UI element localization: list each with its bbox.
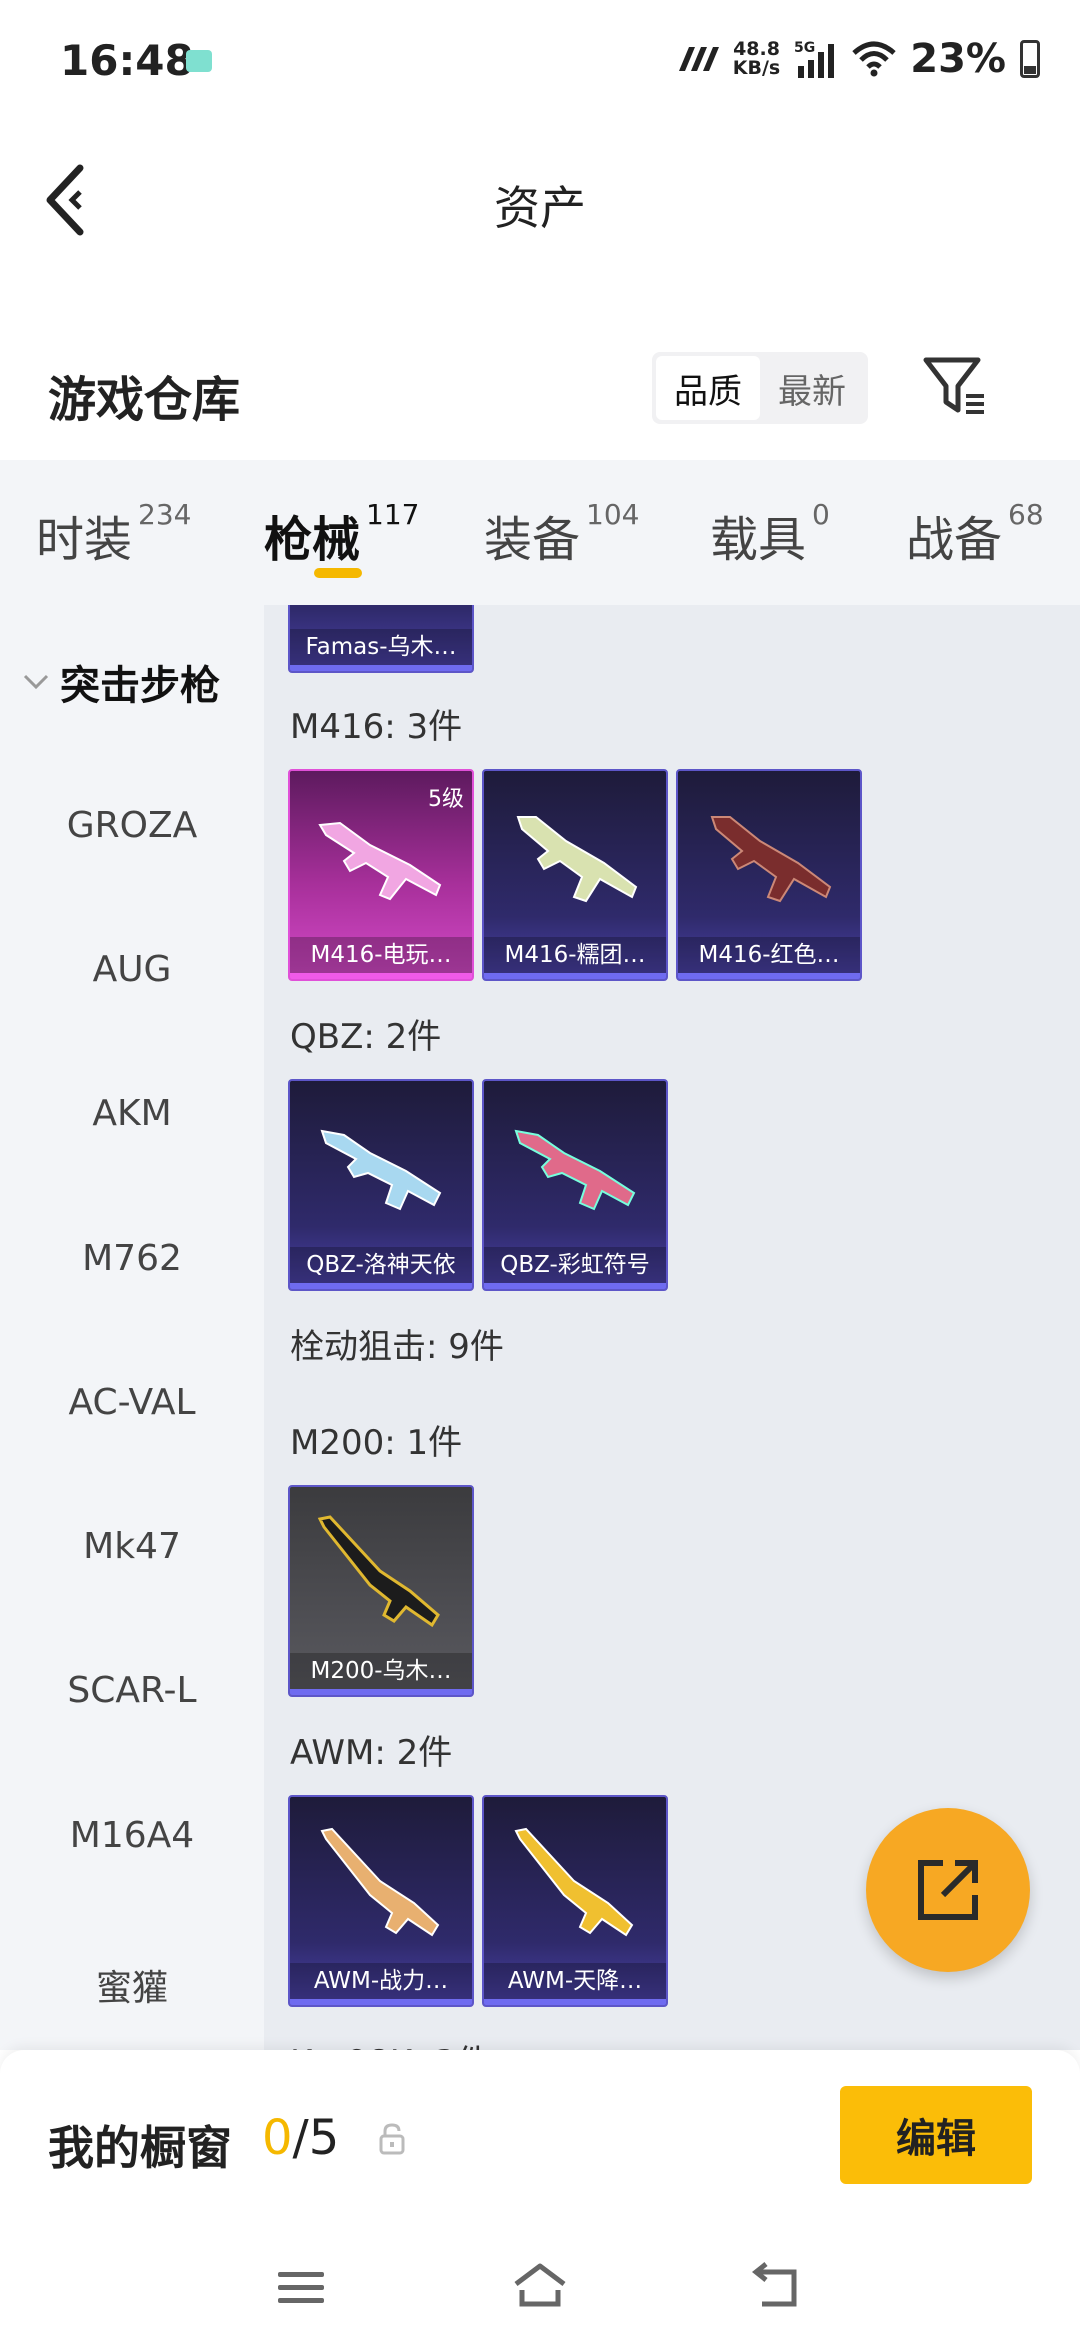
showcase-label: 我的橱窗 [48,2121,232,2175]
signal-icon: 5G [794,40,835,78]
item-name: M416-红色… [678,937,860,973]
nfc-icon [678,47,719,71]
sniper-rifle-icon [317,1515,440,1628]
tab-label: 载具 [710,512,807,568]
sidebar-item-mk47[interactable]: Mk47 [0,1526,264,1567]
home-icon[interactable] [510,2260,570,2314]
showcase-total: /5 [292,2110,340,2166]
tab-label: 时装 [36,512,133,568]
item-card[interactable]: 5级 M416-电玩… [288,769,474,981]
group-title-kar98k: Kar98K: 3件 [290,2035,490,2050]
sidebar-item-scar-l[interactable]: SCAR-L [0,1670,264,1711]
group-title-m200: M200: 1件 [290,1423,463,1463]
item-card[interactable]: QBZ-彩虹符号 [482,1079,668,1291]
item-card[interactable]: M416-红色… [676,769,862,981]
tab-fashion[interactable]: 时装 234 [36,498,192,570]
status-bar: 16:48 48.8 KB/s 5G 23% [0,0,1080,120]
tab-supplies[interactable]: 战备 68 [906,498,1044,570]
tab-count: 234 [138,498,192,531]
sort-toggle: 品质 最新 [652,352,868,424]
item-card[interactable]: M416-糯团… [482,769,668,981]
tab-vehicles[interactable]: 载具 0 [710,498,830,570]
svg-text:5G: 5G [794,40,815,56]
sort-newest-option[interactable]: 最新 [760,356,864,420]
item-card[interactable]: AWM-战力… [288,1795,474,2007]
sidebar-item-aug[interactable]: AUG [0,949,264,990]
tab-equipment[interactable]: 装备 104 [484,498,640,570]
rifle-icon [318,821,442,901]
page-title: 资产 [494,181,586,235]
showcase-current: 0 [262,2110,293,2166]
tab-count: 0 [812,498,830,531]
chevron-down-icon [23,674,49,690]
item-card[interactable]: AWM-天降… [482,1795,668,2007]
sidebar-item-akm[interactable]: AKM [0,1093,264,1134]
item-name: Famas-乌木… [290,629,472,665]
item-name: M200-乌木… [290,1653,472,1689]
tab-label: 战备 [906,512,1003,568]
net-speed-unit: KB/s [732,57,781,79]
back-nav-icon[interactable] [748,2260,808,2314]
rifle-icon [710,816,832,903]
battery-icon [1020,40,1040,78]
sidebar-item-ac-val[interactable]: AC-VAL [0,1382,264,1423]
status-indicators: 48.8 KB/s 5G 23% [675,34,1040,84]
battery-percent: 23% [910,36,1006,82]
group-title-awm: AWM: 2件 [290,1733,453,1773]
showcase-count: 0/5 [262,2110,339,2166]
sidebar-item-m16a4[interactable]: M16A4 [0,1815,264,1856]
tab-label: 枪械 [264,512,361,568]
warehouse-title: 游戏仓库 [48,372,241,428]
tab-label: 装备 [484,512,581,568]
sidebar-item-groza[interactable]: GROZA [0,805,264,846]
tab-guns[interactable]: 枪械 117 [264,498,420,570]
filter-icon [923,357,984,414]
tab-count: 104 [586,498,640,531]
share-fab-button[interactable] [866,1808,1030,1972]
status-time: 16:48 [60,36,194,85]
item-card[interactable]: M200-乌木… [288,1485,474,1697]
lock-icon [379,2123,405,2155]
rifle-icon [514,1129,636,1211]
edit-button[interactable]: 编辑 [840,2086,1032,2184]
item-name: QBZ-彩虹符号 [484,1247,666,1283]
tab-count: 117 [366,498,420,531]
group-title-bolt-action: 栓动狙击: 9件 [290,1327,504,1367]
filter-button[interactable] [920,352,990,422]
rifle-icon [320,1129,442,1211]
sniper-rifle-icon [320,1827,440,1937]
menu-icon[interactable] [272,2260,332,2314]
share-icon [918,1860,978,1920]
item-card[interactable]: QBZ-洛神天依 [288,1079,474,1291]
group-title-qbz: QBZ: 2件 [290,1017,442,1057]
header: 资产 [0,140,1080,260]
sniper-rifle-icon [514,1827,634,1937]
item-name: M416-电玩… [290,937,472,973]
category-tabs: 时装 234 枪械 117 装备 104 载具 0 战备 68 [0,460,1080,605]
sidebar-item-m762[interactable]: M762 [0,1238,264,1279]
active-tab-indicator [314,568,362,578]
system-nav-bar [0,2230,1080,2344]
sidebar-category-label: 突击步枪 [60,663,220,709]
net-speed: 48.8 KB/s [733,40,780,78]
app-notification-icon [186,50,212,72]
rifle-icon [516,816,638,903]
item-card[interactable]: Famas-乌木… [288,605,474,673]
group-title-m416: M416: 3件 [290,707,463,747]
wifi-icon [852,41,896,77]
item-name: AWM-战力… [290,1963,472,1999]
item-name: QBZ-洛神天依 [290,1247,472,1283]
item-name: M416-糯团… [484,937,666,973]
weapon-sidebar: 突击步枪 GROZA AUG AKM M762 AC-VAL Mk47 SCAR… [0,605,264,2050]
sort-quality-option[interactable]: 品质 [656,356,760,420]
tab-count: 68 [1008,498,1044,531]
item-name: AWM-天降… [484,1963,666,1999]
sidebar-category-assault-rifle[interactable]: 突击步枪 [22,653,220,711]
showcase-panel: 我的橱窗 0/5 编辑 [0,2050,1080,2230]
sidebar-item-honey-badger[interactable]: 蜜獾 [0,1959,264,2011]
